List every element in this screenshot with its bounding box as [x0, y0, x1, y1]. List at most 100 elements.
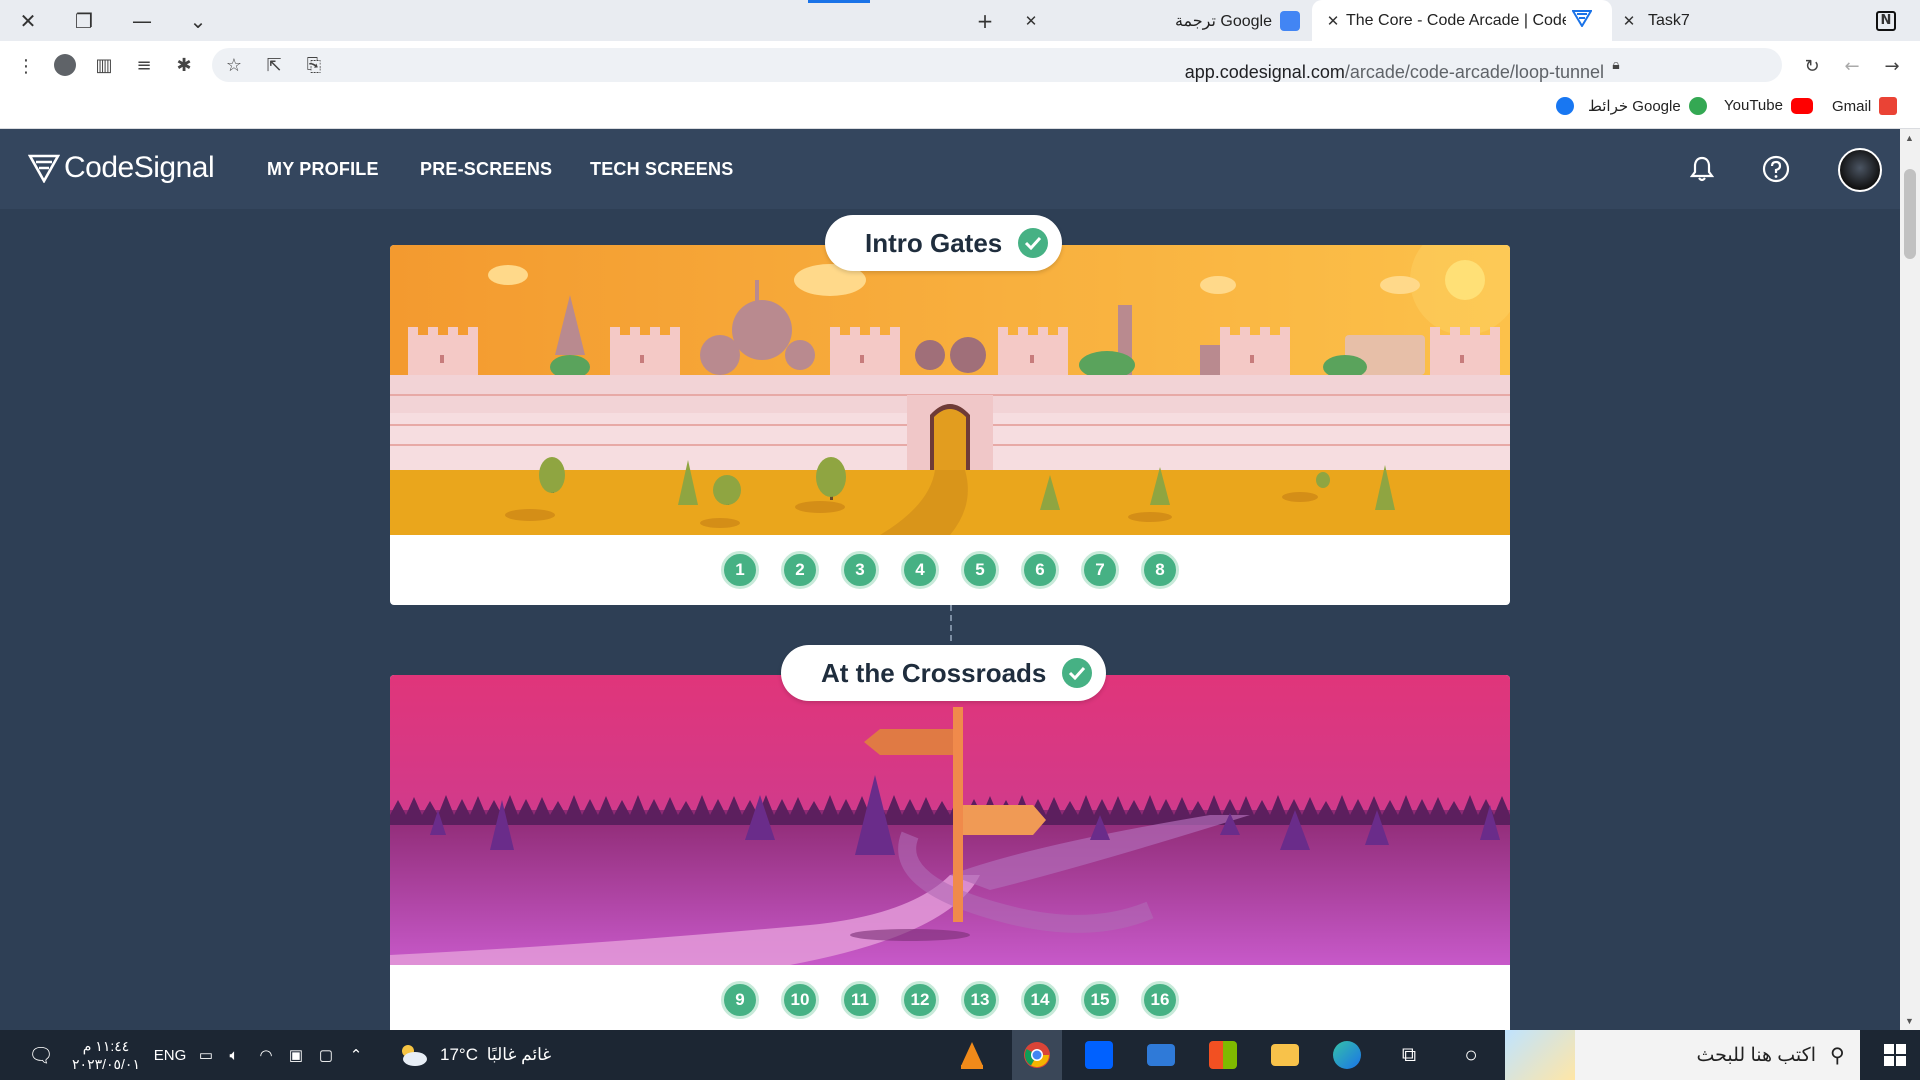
- edge-icon[interactable]: [1322, 1030, 1372, 1080]
- vlc-icon[interactable]: [950, 1030, 994, 1080]
- battery-icon[interactable]: ▭: [196, 1030, 216, 1080]
- notifications-icon[interactable]: 🗨︎: [26, 1030, 56, 1080]
- url-path: /arcade/code-arcade/loop-tunnel: [1344, 62, 1604, 82]
- notion-icon[interactable]: N: [1864, 0, 1908, 41]
- level-node[interactable]: 11: [841, 981, 879, 1019]
- scroll-up-arrow-icon[interactable]: ▲: [1905, 133, 1914, 143]
- level-node[interactable]: 6: [1021, 551, 1059, 589]
- cortana-icon[interactable]: ○: [1446, 1030, 1496, 1080]
- area-card-at-the-crossroads[interactable]: 9 10 11 12 13 14 15 16: [390, 675, 1510, 1030]
- new-tab-icon[interactable]: +: [963, 0, 1007, 41]
- codesignal-header: CodeSignal MY PROFILE PRE-SCREENS TECH S…: [0, 129, 1900, 209]
- profile-icon[interactable]: [50, 49, 80, 81]
- level-node[interactable]: 1: [721, 551, 759, 589]
- level-node[interactable]: 5: [961, 551, 999, 589]
- close-tab-icon[interactable]: ✕: [1616, 12, 1642, 30]
- restore-window-icon[interactable]: ❐: [62, 0, 106, 41]
- level-node[interactable]: 15: [1081, 981, 1119, 1019]
- close-tab-icon[interactable]: ✕: [1320, 12, 1346, 30]
- tab-task7[interactable]: ✕ Task7: [1616, 0, 1766, 41]
- intro-gates-illustration: [390, 245, 1510, 535]
- level-node[interactable]: 2: [781, 551, 819, 589]
- forward-arrow-icon[interactable]: →: [1876, 50, 1908, 82]
- nav-pre-screens[interactable]: PRE-SCREENS: [420, 159, 552, 180]
- logo-text: CodeSignal: [64, 151, 215, 184]
- back-arrow-icon[interactable]: ←: [1836, 50, 1868, 82]
- volume-icon[interactable]: 🔈︎: [222, 1030, 246, 1080]
- dropbox-icon[interactable]: [1074, 1030, 1124, 1080]
- completed-check-icon: [1018, 228, 1049, 258]
- level-node[interactable]: 8: [1141, 551, 1179, 589]
- display-icon[interactable]: ▣: [284, 1030, 308, 1080]
- microsoft-store-icon[interactable]: [1198, 1030, 1248, 1080]
- reload-icon[interactable]: ↻: [1796, 50, 1828, 82]
- wifi-icon[interactable]: ◠: [254, 1030, 278, 1080]
- lock-icon[interactable]: 🔒︎: [1600, 49, 1632, 81]
- level-node[interactable]: 13: [961, 981, 999, 1019]
- bookmark-gmail[interactable]: Gmail: [1832, 97, 1898, 115]
- browser-tab-strip: ✕ ❐ — ⌄ + ✕ ترجمة Google ✕ The Core - Co…: [0, 0, 1920, 41]
- meet-now-icon[interactable]: ▢: [314, 1030, 338, 1080]
- share-icon[interactable]: ⇱: [258, 49, 290, 81]
- task-view-icon[interactable]: ⧉: [1384, 1030, 1434, 1080]
- level-node[interactable]: 7: [1081, 551, 1119, 589]
- close-tab-icon[interactable]: ✕: [1018, 12, 1044, 30]
- windows-start-icon[interactable]: [1870, 1030, 1920, 1080]
- bookmark-youtube[interactable]: YouTube: [1724, 97, 1813, 114]
- bookmark-label: خرائط Google: [1588, 98, 1681, 115]
- search-placeholder: اكتب هنا للبحث: [1696, 1044, 1816, 1066]
- level-node[interactable]: 16: [1141, 981, 1179, 1019]
- scrollbar-thumb[interactable]: [1904, 169, 1916, 259]
- weather-temperature[interactable]: 17°C: [436, 1030, 482, 1080]
- url-domain: app.codesignal.com: [1184, 62, 1345, 82]
- tab-google-translate[interactable]: ✕ ترجمة Google: [1018, 0, 1308, 41]
- clock-time: ١١:٤٤ م: [82, 1038, 130, 1054]
- mail-icon[interactable]: [1136, 1030, 1186, 1080]
- notifications-bell-icon[interactable]: [1682, 149, 1722, 189]
- reading-list-icon[interactable]: ≡: [128, 49, 160, 81]
- address-bar[interactable]: ▥ ≡ ✱ ☆ ⇱ ⎘ app.codesignal.com/arcade/co…: [54, 48, 1782, 83]
- minimize-window-icon[interactable]: —: [120, 0, 164, 41]
- tab-title: The Core - Code Arcade | CodeSi: [1346, 11, 1566, 29]
- translate-page-icon[interactable]: ⎘: [298, 49, 330, 81]
- weather-cloud-icon[interactable]: [395, 1030, 431, 1080]
- nav-tech-screens[interactable]: TECH SCREENS: [590, 159, 733, 180]
- area-card-intro-gates[interactable]: 1 2 3 4 5 6 7 8: [390, 245, 1510, 605]
- weather-description[interactable]: غائم غالبًا: [484, 1030, 554, 1080]
- chrome-icon[interactable]: [1012, 1030, 1062, 1080]
- codesignal-logo[interactable]: CodeSignal: [28, 151, 215, 185]
- google-maps-icon: [1688, 97, 1707, 115]
- tab-search-chevron-icon[interactable]: ⌄: [176, 0, 220, 41]
- level-node[interactable]: 12: [901, 981, 939, 1019]
- help-icon[interactable]: [1756, 149, 1796, 189]
- close-window-icon[interactable]: ✕: [6, 0, 50, 41]
- side-panel-icon[interactable]: ▥: [88, 49, 120, 81]
- file-explorer-icon[interactable]: [1260, 1030, 1310, 1080]
- menu-kebab-icon[interactable]: ⋮: [10, 50, 42, 82]
- bookmark-facebook[interactable]: [1548, 97, 1574, 115]
- user-avatar[interactable]: [1838, 148, 1882, 192]
- codesignal-icon: [1571, 9, 1593, 32]
- bookmark-star-icon[interactable]: ☆: [218, 49, 250, 81]
- level-node[interactable]: 4: [901, 551, 939, 589]
- page-scrollbar[interactable]: ▲ ▼: [1900, 129, 1920, 1030]
- tab-indicator: [808, 0, 870, 3]
- tab-codesignal[interactable]: ✕ The Core - Code Arcade | CodeSi: [1312, 0, 1612, 41]
- show-hidden-icons-icon[interactable]: ⌃: [344, 1030, 368, 1080]
- area-connector: [950, 605, 952, 641]
- scroll-down-arrow-icon[interactable]: ▼: [1905, 1016, 1914, 1026]
- level-node[interactable]: 14: [1021, 981, 1059, 1019]
- extensions-icon[interactable]: ✱: [168, 49, 200, 81]
- level-node[interactable]: 3: [841, 551, 879, 589]
- bookmark-google-maps[interactable]: خرائط Google: [1588, 97, 1707, 115]
- clock[interactable]: ١١:٤٤ م ٢٠٢٣/٠٥/٠١: [66, 1030, 146, 1080]
- area-title-pill[interactable]: At the Crossroads: [781, 645, 1107, 701]
- level-node[interactable]: 9: [721, 981, 759, 1019]
- url-text[interactable]: app.codesignal.com/arcade/code-arcade/lo…: [1185, 62, 1604, 83]
- area-title: At the Crossroads: [821, 657, 1047, 688]
- language-indicator[interactable]: ENG: [150, 1030, 190, 1080]
- nav-my-profile[interactable]: MY PROFILE: [267, 159, 379, 180]
- taskbar-search[interactable]: اكتب هنا للبحث ⚲: [1505, 1030, 1860, 1080]
- level-node[interactable]: 10: [781, 981, 819, 1019]
- area-title-pill[interactable]: Intro Gates: [825, 215, 1063, 271]
